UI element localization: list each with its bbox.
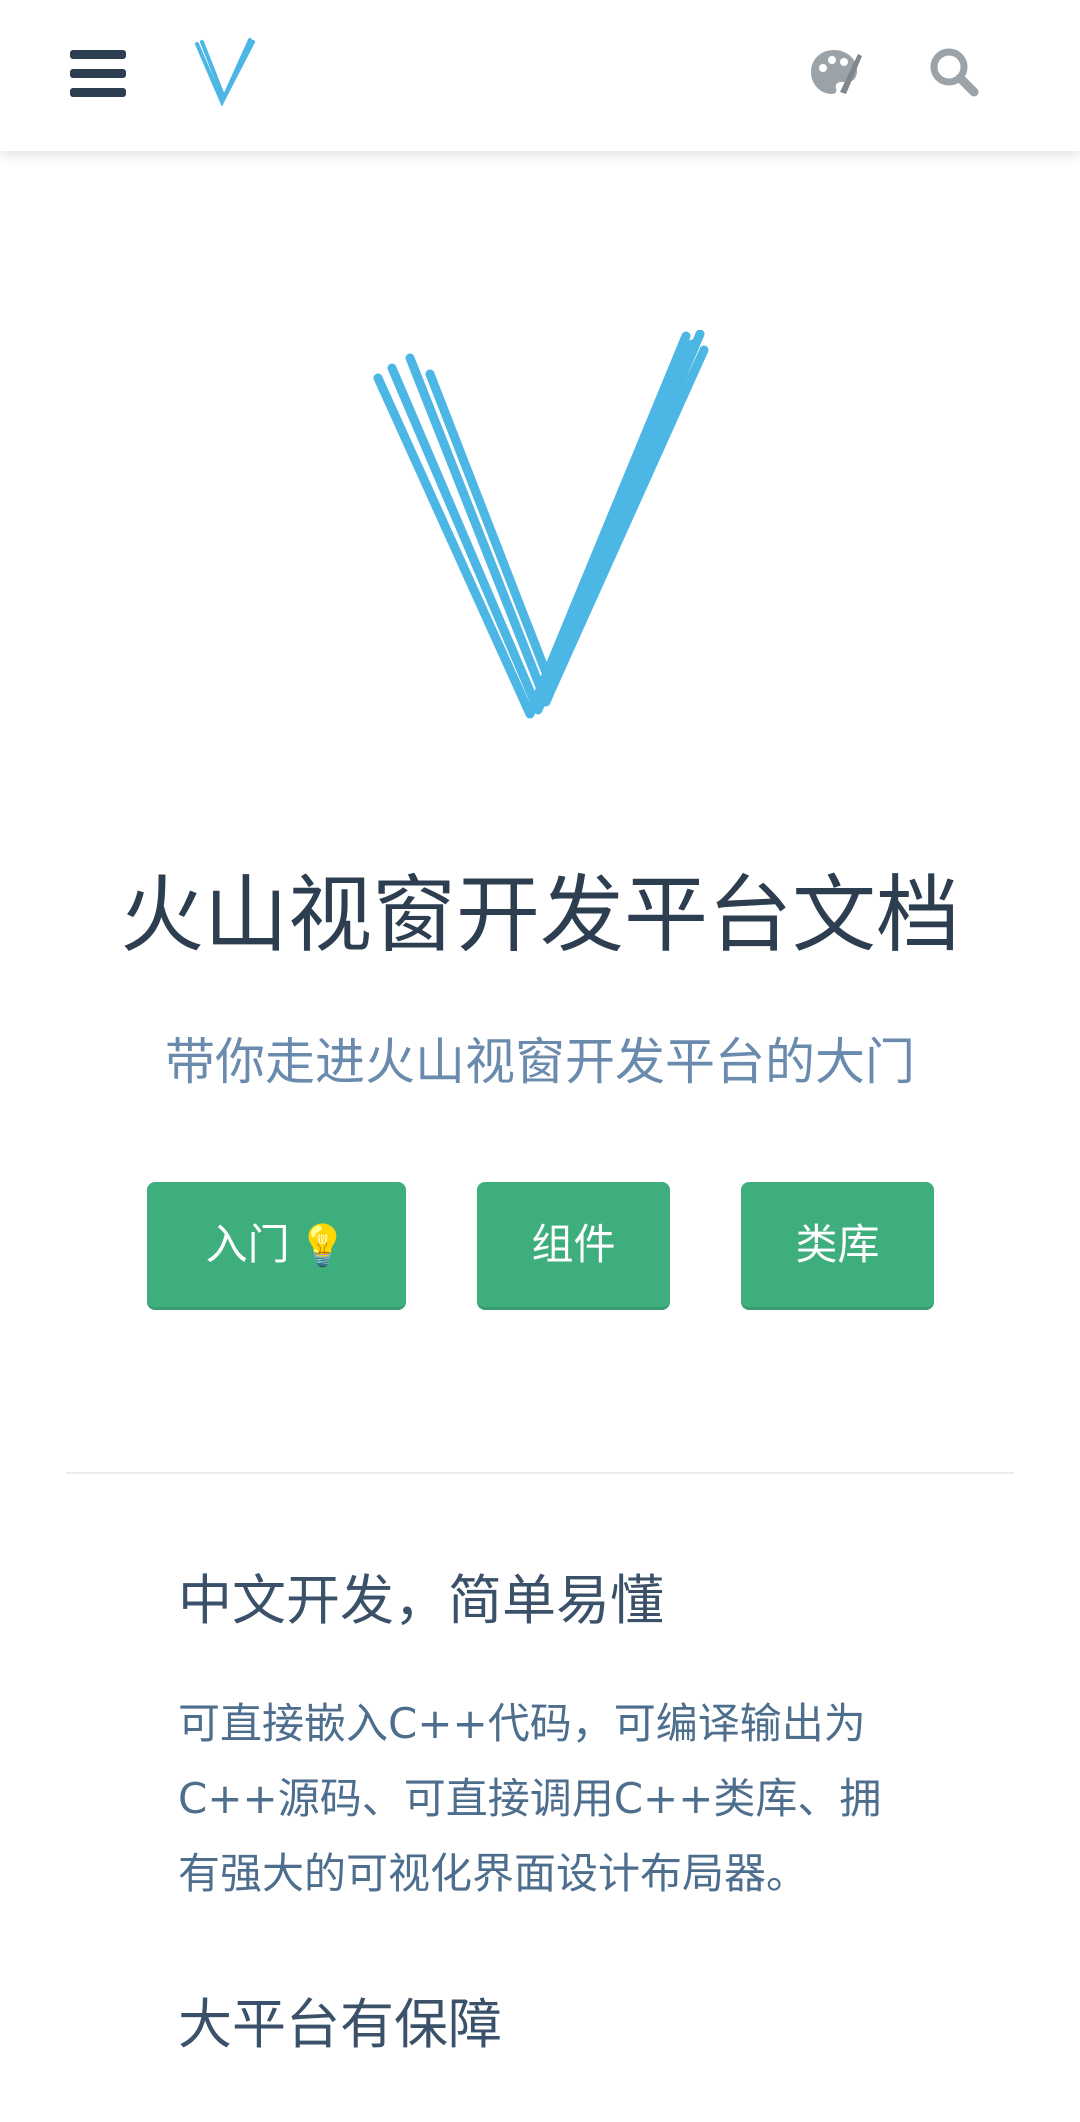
v-logo-icon[interactable] xyxy=(192,36,256,106)
lightbulb-icon: 💡 xyxy=(297,1223,348,1269)
feature-description: 可直接嵌入C++代码，可编译输出为C++源码、可直接调用C++类库、拥有强大的可… xyxy=(178,1699,882,1898)
section-divider xyxy=(66,1472,1014,1474)
page-title: 火山视窗开发平台文档 xyxy=(119,866,960,964)
intro-button-label: 入门 xyxy=(205,1220,290,1269)
v-logo-large-icon xyxy=(373,330,709,719)
components-button[interactable]: 组件 xyxy=(477,1182,670,1310)
library-button[interactable]: 类库 xyxy=(741,1182,934,1310)
palette-icon[interactable] xyxy=(806,44,862,100)
hamburger-menu-icon[interactable] xyxy=(70,50,126,97)
feature-title: 中文开发，简单易懂 xyxy=(178,1569,664,1632)
intro-button[interactable]: 入门 💡 xyxy=(147,1182,406,1310)
top-navbar xyxy=(0,0,1080,151)
search-icon[interactable] xyxy=(926,44,982,100)
page-subtitle: 带你走进火山视窗开发平台的大门 xyxy=(165,1033,915,1091)
feature-title: 大平台有保障 xyxy=(178,1993,502,2056)
